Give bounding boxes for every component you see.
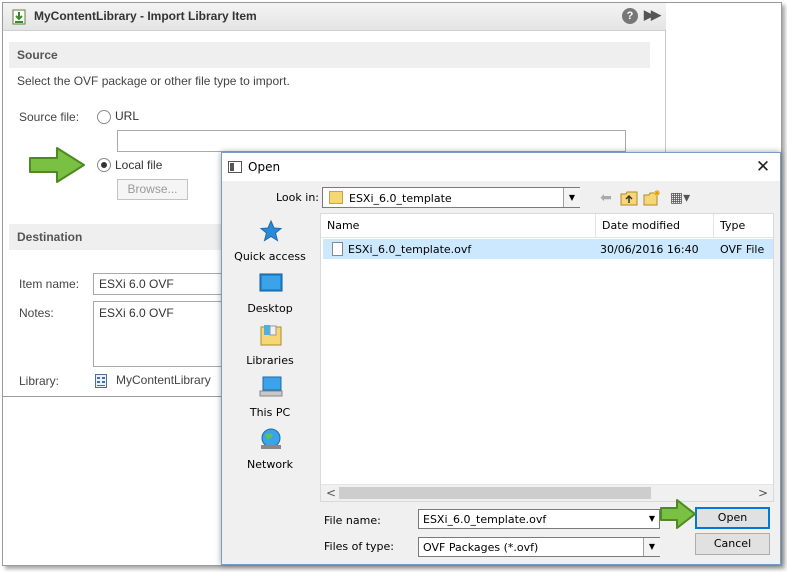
star-icon — [259, 219, 283, 242]
dialog-title-bar: MyContentLibrary - Import Library Item ?… — [3, 3, 666, 31]
files-of-type-label: Files of type: — [324, 540, 395, 553]
look-in-dropdown[interactable]: ESXi_6.0_template ▼ — [322, 187, 580, 208]
local-file-radio[interactable] — [97, 158, 111, 172]
library-value: MyContentLibrary — [116, 373, 211, 387]
notes-textarea[interactable]: ESXi 6.0 OVF — [93, 301, 228, 367]
column-header-type[interactable]: Type — [714, 214, 773, 238]
file-list: Name ^ Date modified Type ESXi_6.0_templ… — [320, 213, 774, 502]
file-name-input[interactable]: ESXi_6.0_template.ovf ▼ — [418, 509, 660, 529]
import-icon — [12, 9, 26, 25]
column-header-date-modified[interactable]: Date modified — [596, 214, 714, 238]
place-label: Desktop — [247, 302, 293, 315]
files-of-type-value: OVF Packages (*.ovf) — [423, 541, 539, 554]
place-desktop[interactable]: Desktop — [228, 271, 312, 323]
files-of-type-dropdown[interactable]: OVF Packages (*.ovf) ▼ — [418, 537, 660, 557]
file-date-modified: 30/06/2016 16:40 — [600, 243, 699, 256]
close-icon[interactable]: ✕ — [752, 156, 774, 178]
file-icon — [332, 242, 343, 256]
open-dialog-title: Open — [248, 160, 281, 174]
sort-ascending-icon: ^ — [451, 213, 459, 221]
place-label: Libraries — [246, 354, 294, 367]
folder-icon — [329, 191, 343, 204]
places-bar: Quick access Desktop Libraries This PC N… — [228, 213, 312, 503]
place-this-pc[interactable]: This PC — [228, 375, 312, 427]
cancel-button[interactable]: Cancel — [695, 533, 770, 555]
horizontal-scrollbar[interactable]: < > — [321, 484, 773, 501]
arrow-pointer-icon — [29, 147, 85, 183]
expand-icon[interactable]: ▶▶ — [644, 7, 661, 23]
open-file-dialog: Open ✕ Look in: ESXi_6.0_template ▼ ⬅ ▦▾… — [221, 152, 781, 565]
place-network[interactable]: Network — [228, 427, 312, 479]
libraries-icon — [260, 325, 282, 346]
help-icon[interactable]: ? — [622, 8, 638, 24]
place-label: Quick access — [234, 250, 306, 263]
url-radio[interactable] — [97, 110, 111, 124]
item-name-label: Item name: — [19, 277, 80, 291]
chevron-down-icon[interactable]: ▼ — [644, 510, 660, 528]
place-label: Network — [247, 458, 293, 471]
look-in-label: Look in: — [276, 191, 319, 204]
file-row[interactable]: ESXi_6.0_template.ovf 30/06/2016 16:40 O… — [323, 239, 773, 259]
destination-section-heading: Destination — [9, 224, 224, 250]
file-name-value: ESXi_6.0_template.ovf — [423, 513, 547, 526]
up-folder-icon[interactable] — [619, 189, 639, 207]
place-label: This PC — [249, 406, 291, 419]
file-name: ESXi_6.0_template.ovf — [348, 243, 472, 256]
look-in-value: ESXi_6.0_template — [349, 192, 452, 205]
chevron-down-icon[interactable]: ▼ — [563, 188, 580, 207]
item-name-input[interactable]: ESXi 6.0 OVF — [93, 273, 228, 295]
back-arrow-icon[interactable]: ⬅ — [596, 189, 616, 207]
source-file-label: Source file: — [19, 110, 80, 124]
open-dialog-title-bar: Open ✕ — [222, 153, 780, 181]
open-button[interactable]: Open — [695, 507, 770, 529]
local-file-radio-label[interactable]: Local file — [115, 158, 162, 172]
content-library-icon — [95, 374, 107, 388]
file-name-label: File name: — [324, 514, 381, 527]
source-description: Select the OVF package or other file typ… — [17, 74, 290, 88]
notes-label: Notes: — [19, 306, 54, 320]
file-type: OVF File — [720, 243, 765, 256]
browse-button[interactable]: Browse... — [117, 179, 188, 200]
url-radio-label[interactable]: URL — [115, 109, 139, 123]
computer-icon — [259, 376, 283, 397]
desktop-icon — [259, 273, 283, 292]
scroll-left-icon[interactable]: < — [323, 485, 339, 501]
file-list-header: Name ^ Date modified Type — [321, 213, 773, 238]
window-icon — [228, 161, 242, 173]
chevron-down-icon[interactable]: ▼ — [643, 538, 660, 556]
arrow-pointer-icon — [660, 499, 696, 529]
scroll-right-icon[interactable]: > — [755, 485, 771, 501]
view-menu-icon[interactable]: ▦▾ — [666, 189, 694, 207]
place-quick-access[interactable]: Quick access — [228, 219, 312, 271]
url-input[interactable] — [117, 130, 626, 152]
library-label: Library: — [19, 374, 60, 388]
scrollbar-thumb[interactable] — [339, 487, 651, 499]
new-folder-icon[interactable] — [642, 189, 662, 207]
dialog-title: MyContentLibrary - Import Library Item — [34, 9, 257, 23]
source-section-heading: Source — [9, 42, 650, 68]
place-libraries[interactable]: Libraries — [228, 323, 312, 375]
network-icon — [261, 428, 281, 449]
